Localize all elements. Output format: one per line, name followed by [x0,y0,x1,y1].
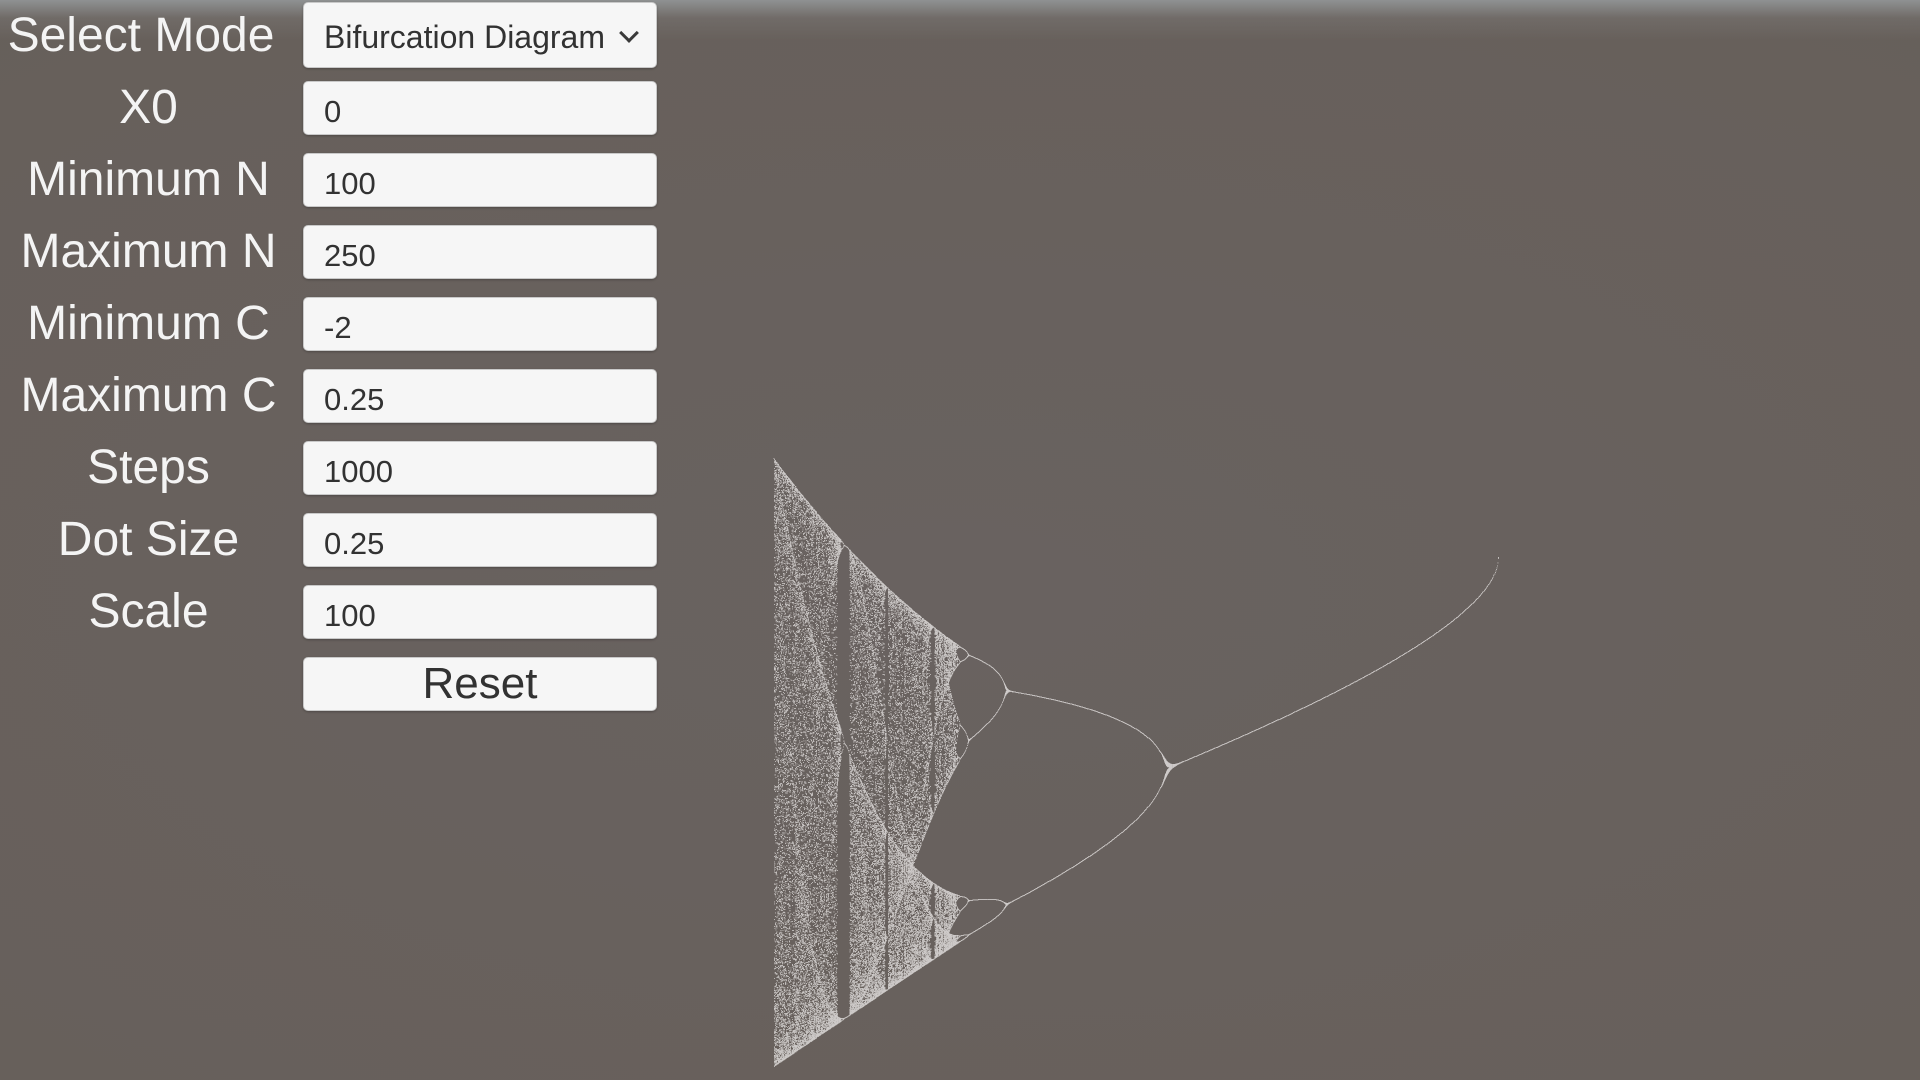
maximum-n-input[interactable] [303,225,657,279]
minimum-c-input[interactable] [303,297,657,351]
minimum-c-label: Minimum C [27,297,270,350]
steps-input[interactable] [303,441,657,495]
x0-input[interactable] [303,81,657,135]
minimum-n-input[interactable] [303,153,657,207]
scale-label: Scale [88,585,209,638]
maximum-c-input[interactable] [303,369,657,423]
select-mode-label: Select Mode [7,9,275,62]
settings-panel: Select Mode Bifurcation Diagram X0 Minim… [0,0,680,720]
mode-dropdown[interactable]: Bifurcation Diagram [303,2,657,68]
steps-label: Steps [87,441,210,494]
bifurcation-dots [773,458,1499,1067]
maximum-n-label: Maximum N [20,225,277,278]
dot-size-label: Dot Size [57,513,240,566]
dot-size-input[interactable] [303,513,657,567]
maximum-c-label: Maximum C [20,369,277,422]
minimum-n-label: Minimum N [27,153,270,206]
scale-input[interactable] [303,585,657,639]
reset-button[interactable]: Reset [303,657,657,711]
mode-dropdown-value: Bifurcation Diagram [324,19,605,55]
x0-label: X0 [119,81,178,134]
